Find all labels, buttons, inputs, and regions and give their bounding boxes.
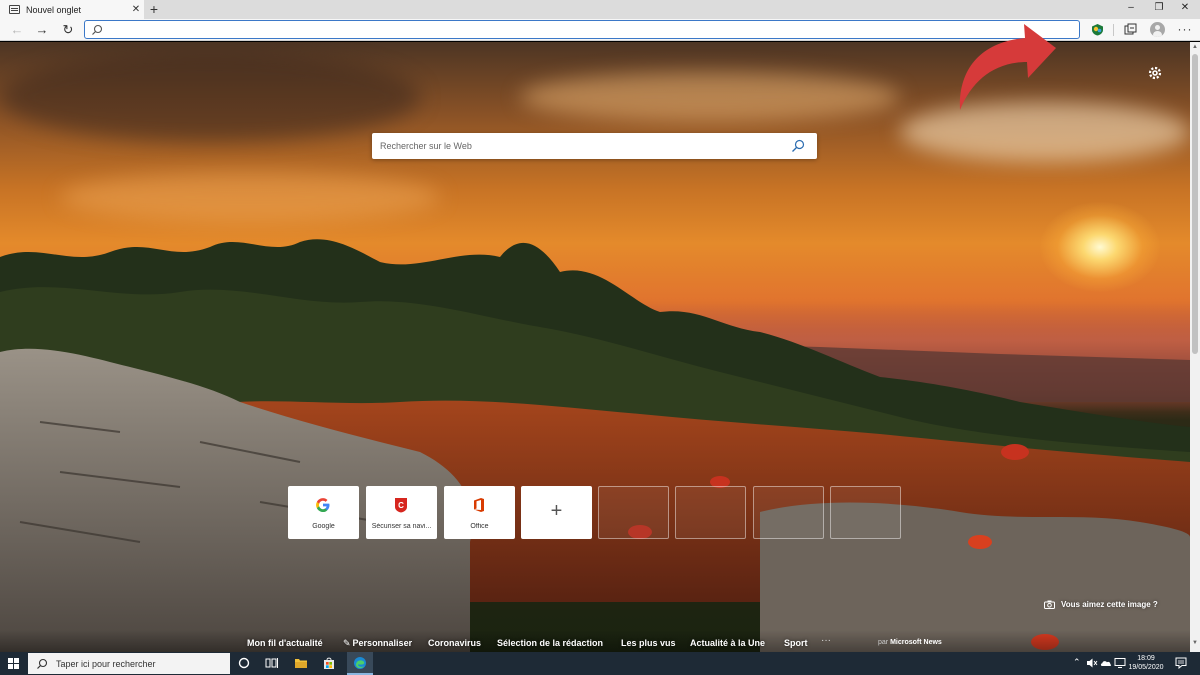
news-tab-plus-vus[interactable]: Les plus vus xyxy=(621,638,676,648)
edge-icon xyxy=(354,657,366,669)
powered-prefix: par xyxy=(878,639,889,646)
taskbar-search-box[interactable]: Taper ici pour rechercher xyxy=(28,653,230,674)
new-tab-page: Google C Sécuriser sa navi... Office + xyxy=(0,42,1190,652)
new-tab-button[interactable]: + xyxy=(147,0,161,19)
network-icon[interactable] xyxy=(1114,657,1126,669)
microsoft-news-logo: Microsoft News xyxy=(890,639,942,646)
search-icon xyxy=(37,658,48,669)
add-icon: + xyxy=(550,500,563,522)
clock-time: 18:09 xyxy=(1137,655,1155,662)
refresh-button[interactable]: ↻ xyxy=(59,21,77,39)
quick-link-label: Office xyxy=(470,523,489,530)
google-icon xyxy=(316,498,330,512)
minimize-button[interactable]: – xyxy=(1118,0,1144,19)
empty-quick-link-slot xyxy=(830,486,901,539)
onedrive-icon[interactable] xyxy=(1100,657,1112,669)
empty-quick-link-slot xyxy=(753,486,824,539)
extension-shield-icon[interactable] xyxy=(1091,23,1104,36)
screen: Nouvel onglet ✕ + – ❐ ✕ ← → ↻ ··· Recher… xyxy=(0,0,1200,675)
collections-icon[interactable] xyxy=(1124,23,1137,36)
taskbar-edge-button[interactable] xyxy=(347,652,373,675)
web-search-box[interactable] xyxy=(372,133,817,159)
like-image-button[interactable]: Vous aimez cette image ? xyxy=(1044,600,1158,609)
news-more-button[interactable]: ··· xyxy=(821,635,831,646)
news-tab-coronavirus[interactable]: Coronavirus xyxy=(428,638,481,648)
empty-quick-link-slot xyxy=(598,486,669,539)
like-image-label: Vous aimez cette image ? xyxy=(1061,600,1158,609)
search-icon[interactable] xyxy=(791,139,805,153)
news-tab-selection[interactable]: Sélection de la rédaction xyxy=(497,638,603,648)
web-search-input[interactable] xyxy=(372,133,782,159)
toolbar-separator xyxy=(1113,24,1114,36)
taskbar-search-placeholder: Taper ici pour rechercher xyxy=(56,658,156,669)
camera-icon xyxy=(1044,600,1055,609)
new-tab-page-icon xyxy=(9,5,20,14)
empty-quick-link-slot xyxy=(675,486,746,539)
quick-link-label: Sécuriser sa navi... xyxy=(371,523,432,530)
microsoft-store-icon[interactable] xyxy=(322,656,336,670)
windows-start-icon[interactable] xyxy=(8,658,19,669)
scroll-up-icon[interactable]: ▲ xyxy=(1192,44,1198,50)
search-icon xyxy=(92,24,103,35)
news-tab-mon-fil[interactable]: Mon fil d'actualité xyxy=(247,638,323,648)
close-window-button[interactable]: ✕ xyxy=(1172,0,1198,19)
restore-button[interactable]: ❐ xyxy=(1146,0,1172,19)
back-button[interactable]: ← xyxy=(8,21,26,39)
news-tab-actualite-une[interactable]: Actualité à la Une xyxy=(690,638,765,648)
show-hidden-icons-icon[interactable]: ⌃ xyxy=(1073,657,1081,668)
task-view-icon[interactable] xyxy=(265,656,279,670)
news-tab-label: Personnaliser xyxy=(352,638,413,648)
quick-link-google[interactable]: Google xyxy=(288,486,359,539)
scroll-down-icon[interactable]: ▼ xyxy=(1192,640,1198,646)
quick-link-securiser[interactable]: C Sécuriser sa navi... xyxy=(366,486,437,539)
forward-button[interactable]: → xyxy=(33,21,51,39)
page-settings-gear-icon[interactable] xyxy=(1146,64,1164,82)
news-navigation-bar: Mon fil d'actualité ✎ Personnaliser Coron… xyxy=(0,630,1190,652)
volume-muted-icon[interactable] xyxy=(1086,657,1098,669)
settings-more-button[interactable]: ··· xyxy=(1176,21,1194,37)
quick-link-office[interactable]: Office xyxy=(444,486,515,539)
annotation-arrow-icon xyxy=(959,24,1056,110)
clock-date: 19/05/2020 xyxy=(1128,664,1164,671)
office-icon xyxy=(474,498,484,512)
tab-title: Nouvel onglet xyxy=(26,4,82,15)
scrollbar-thumb[interactable] xyxy=(1192,54,1198,354)
page-scrollbar[interactable]: ▲ ▼ xyxy=(1190,42,1200,652)
powered-by: par Microsoft News xyxy=(878,639,942,646)
news-tab-personnaliser[interactable]: ✎ Personnaliser xyxy=(343,638,412,649)
profile-avatar-icon[interactable] xyxy=(1150,22,1165,37)
news-tab-sport[interactable]: Sport xyxy=(784,638,808,648)
svg-text:C: C xyxy=(398,501,404,510)
address-bar[interactable] xyxy=(84,20,1080,39)
pencil-icon: ✎ xyxy=(343,638,351,648)
tab-new-tab[interactable]: Nouvel onglet ✕ xyxy=(0,0,144,19)
taskbar-clock[interactable]: 18:09 19/05/2020 xyxy=(1128,654,1164,672)
windows-taskbar: Taper ici pour rechercher ⌃ 18:09 19/05/… xyxy=(0,652,1200,675)
add-quick-link-button[interactable]: + xyxy=(521,486,592,539)
security-shield-icon: C xyxy=(395,498,407,513)
cortana-icon[interactable] xyxy=(237,656,251,670)
file-explorer-icon[interactable] xyxy=(294,656,308,670)
tab-close-button[interactable]: ✕ xyxy=(128,4,144,15)
action-center-icon[interactable] xyxy=(1175,657,1187,669)
quick-link-label: Google xyxy=(312,523,335,530)
